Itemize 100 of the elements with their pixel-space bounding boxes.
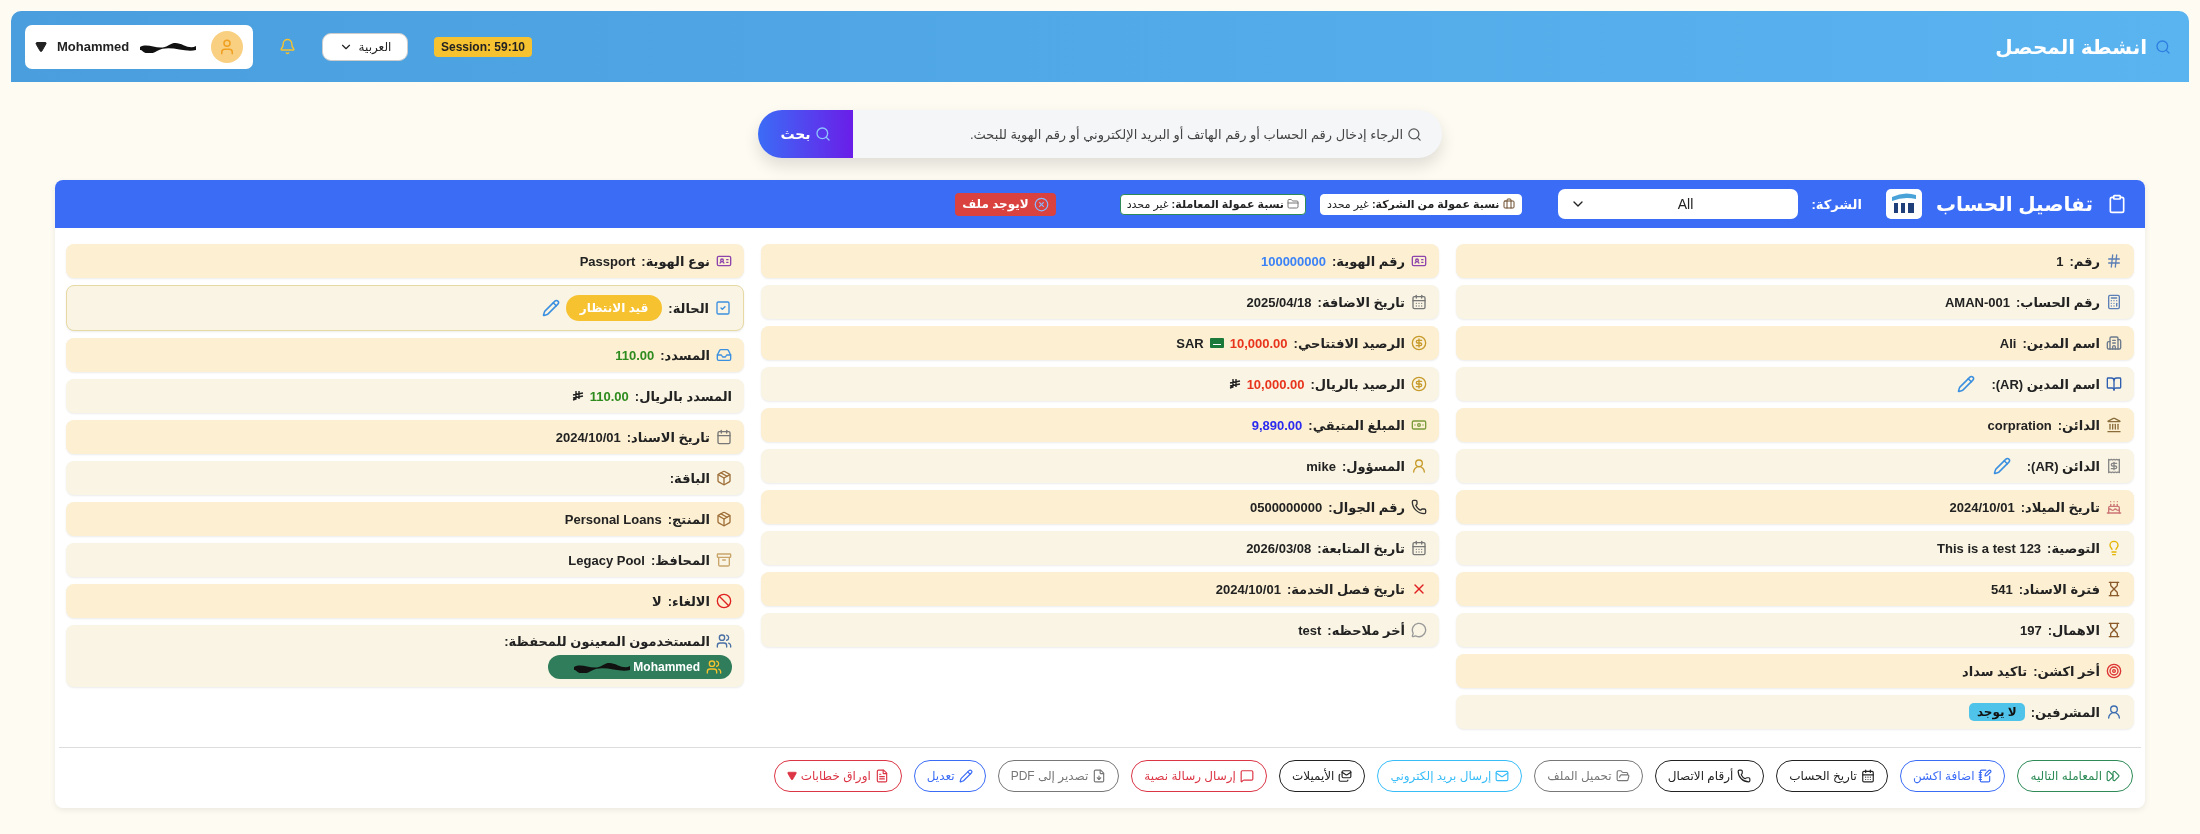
currency-code: SAR	[1176, 335, 1204, 351]
field-value: 2026/03/08	[1246, 540, 1312, 556]
search-icon	[814, 126, 831, 142]
edit-button[interactable]	[1992, 457, 2011, 475]
bell-icon[interactable]	[279, 38, 296, 55]
briefcase-icon	[1502, 198, 1515, 210]
action-button[interactable]: المعامله التاليه	[2017, 760, 2133, 792]
field-label: نوع الهوية:	[641, 253, 710, 269]
banknote-icon	[1411, 417, 1427, 433]
field-label: المسؤول:	[1341, 458, 1405, 474]
building-icon	[2106, 335, 2122, 351]
edit-button[interactable]	[1957, 375, 1976, 393]
x-circle-icon	[1033, 196, 1049, 212]
field-value: 2024/10/01	[1949, 499, 2015, 515]
action-button[interactable]: تصدير إلى PDF	[997, 760, 1120, 792]
user-menu[interactable]: Mohammed	[25, 24, 253, 69]
action-button[interactable]: أرقام الاتصال	[1654, 760, 1765, 792]
pencil-icon	[958, 769, 973, 783]
file-badge: لايوجد ملف	[955, 192, 1056, 216]
field-value: 1	[2056, 253, 2064, 269]
phone-icon	[1737, 769, 1752, 783]
fast-forward-icon	[2106, 769, 2120, 783]
archive-icon	[716, 552, 732, 568]
field-value: 110.00	[589, 388, 629, 404]
checkbox-icon	[715, 300, 731, 316]
calculator-icon	[2106, 294, 2122, 310]
person-icon	[2106, 704, 2122, 720]
action-button[interactable]: الأيميلات	[1278, 760, 1366, 792]
field-label: تاريخ المتابعة:	[1317, 540, 1405, 556]
field-value: 9,890.00	[1251, 417, 1303, 433]
field-label: اسم المدين (AR):	[1991, 376, 2100, 392]
package-icon	[716, 511, 732, 527]
status-pill: قيد الانتظار	[565, 295, 663, 321]
action-button[interactable]: اضافة اكشن	[1899, 760, 2006, 792]
field-value: mike	[1306, 458, 1336, 474]
field-value: Legacy Pool	[568, 552, 645, 568]
speech-bubble-icon	[1411, 622, 1427, 638]
field-value: test	[1298, 622, 1322, 638]
field-label: رقم الحساب:	[2016, 294, 2100, 310]
user-chip: Mohammed	[548, 655, 732, 679]
commission-badge: نسبة عمولة المعاملة: غير محدد	[1119, 193, 1306, 215]
search-button[interactable]: بحث	[758, 110, 853, 158]
field-label: المسدد بالريال:	[634, 388, 732, 404]
riyal-icon	[571, 390, 584, 402]
field-label: تاريخ الاسناد:	[626, 429, 710, 445]
field-label: تاريخ الاضافة:	[1317, 294, 1405, 310]
field-value: لا	[652, 593, 662, 609]
person-icon	[1411, 458, 1427, 474]
field-label: تاريخ الميلاد:	[2020, 499, 2100, 515]
dollar-icon	[1411, 376, 1427, 392]
section-title: تفاصيل الحساب	[1935, 192, 2093, 216]
logo-icon	[1885, 189, 1922, 219]
dollar-icon	[1411, 335, 1427, 351]
file-down-icon	[1092, 769, 1107, 783]
folder-icon	[1287, 198, 1299, 210]
phone-icon	[1411, 499, 1427, 515]
field-label: رقم:	[2069, 253, 2100, 269]
field-value: 2024/10/01	[555, 429, 621, 445]
field-label: أخر اكشن:	[2033, 663, 2100, 679]
mailbox-icon	[1495, 769, 1510, 783]
field-label: اسم المدين:	[2022, 335, 2100, 351]
company-label: الشركة:	[1811, 196, 1862, 212]
search-icon	[1407, 126, 1422, 142]
receipt-icon	[2106, 458, 2122, 474]
caret-icon	[35, 40, 47, 53]
bank-icon	[2106, 417, 2122, 433]
document-icon	[874, 769, 889, 783]
field-label: الرصيد الافتتاحي:	[1293, 335, 1405, 351]
action-button[interactable]: تعديل	[913, 760, 986, 792]
edit-button[interactable]	[541, 299, 560, 317]
action-button[interactable]: إرسال رسالة نصية	[1131, 760, 1267, 792]
riyal-icon	[1228, 378, 1241, 390]
field-label: تاريخ فصل الخدمة:	[1286, 581, 1405, 597]
cake-icon	[2106, 499, 2122, 515]
action-button[interactable]: تحميل الملف	[1534, 760, 1643, 792]
users-icon	[706, 659, 722, 675]
field-value: This is a test 123	[1937, 540, 2042, 556]
calendar-icon	[1860, 769, 1875, 783]
id-card-icon	[716, 253, 732, 269]
search-icon	[2155, 38, 2171, 55]
session-timer: Session: 59:10	[434, 36, 533, 57]
field-value: 541	[1991, 581, 2013, 597]
field-label: الرصيد بالريال:	[1310, 376, 1405, 392]
language-select[interactable]: العربية	[322, 32, 408, 61]
company-select[interactable]: All	[1557, 189, 1798, 219]
users-icon	[716, 633, 732, 649]
envelopes-icon	[1338, 769, 1353, 783]
calendar-icon	[1411, 540, 1427, 556]
field-label: المستخدمون المعينون للمحفظة:	[504, 633, 710, 649]
field-value: corpration	[1987, 417, 2052, 433]
redaction-mark	[139, 40, 198, 53]
field-value: 0500000000	[1249, 499, 1323, 515]
action-button[interactable]: اوراق خطابات	[773, 760, 902, 792]
field-label: المشرفين:	[2030, 704, 2100, 720]
field-value: 10,000.00	[1246, 376, 1305, 392]
field-label: الالغاء:	[667, 593, 710, 609]
action-button[interactable]: تاريخ الحساب	[1776, 760, 1888, 792]
folder-icon	[1615, 769, 1630, 783]
inbox-icon	[716, 347, 732, 363]
search-field[interactable]: الرجاء إدخال رقم الحساب أو رقم الهاتف أو البريد الإلكتروني أو رقم الهوية للبحث.	[853, 110, 1442, 158]
